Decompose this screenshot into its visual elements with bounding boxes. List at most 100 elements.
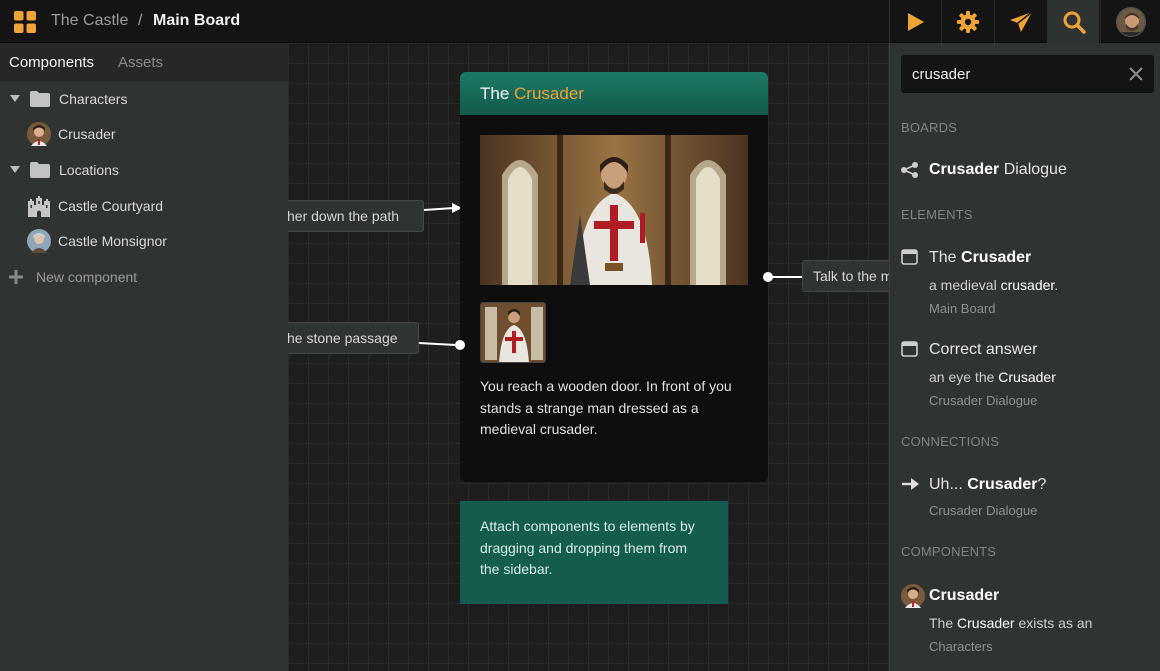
highlight-text: Crusader [961, 249, 1032, 266]
folder-icon [30, 91, 50, 107]
card-title-prefix: The [480, 84, 510, 103]
section-heading-elements: ELEMENTS [901, 207, 973, 222]
section-heading-connections: CONNECTIONS [901, 434, 1000, 449]
snippet-text: The [929, 615, 958, 631]
highlight-text: crusader [1000, 277, 1055, 293]
result-location: Crusader Dialogue [929, 393, 1038, 408]
sidebar-tabs: Components Assets [0, 43, 288, 81]
sidebar-item-crusader[interactable]: Crusader [0, 119, 288, 149]
result-location: Main Board [929, 301, 996, 316]
breadcrumb-board[interactable]: Main Board [153, 11, 240, 31]
components-sidebar: Components Assets Characters Crusader Lo… [0, 43, 288, 671]
section-heading-boards: BOARDS [901, 120, 958, 135]
card-body-text: You reach a wooden door. In front of you… [480, 378, 732, 437]
snippet-text: a medieval [929, 277, 1001, 293]
breadcrumb-project[interactable]: The Castle [51, 11, 128, 31]
element-card[interactable]: The Crusader You reach a wooden door. In… [460, 72, 768, 482]
result-title-text: The [929, 249, 962, 266]
element-icon [901, 249, 918, 265]
search-input[interactable] [901, 55, 1121, 93]
element-icon [901, 341, 918, 357]
board-canvas[interactable]: her down the path he stone passage Talk … [288, 43, 889, 671]
monsignor-avatar [27, 229, 51, 253]
settings-button[interactable] [941, 0, 993, 43]
card-header[interactable]: The Crusader [460, 72, 768, 115]
plus-icon [9, 270, 23, 284]
castle-icon [28, 196, 50, 217]
connection-handle[interactable] [763, 272, 773, 282]
caret-down-icon[interactable] [10, 166, 20, 173]
tab-components[interactable]: Components [9, 54, 94, 72]
card-title: The Crusader [480, 84, 584, 104]
new-component-button[interactable]: New component [0, 262, 288, 292]
result-snippet: a medieval crusader. [929, 276, 1058, 294]
search-result-connection[interactable]: Uh... Crusader? [929, 475, 1046, 495]
search-button[interactable] [1047, 0, 1099, 43]
connection-label-passage[interactable]: he stone passage [288, 322, 419, 354]
highlight-text: Crusader [929, 161, 1000, 178]
connection-line [418, 342, 456, 346]
sidebar-item-label: Castle Courtyard [58, 198, 164, 214]
publish-button[interactable] [994, 0, 1046, 43]
snippet-text: exists as an [1014, 615, 1093, 631]
sidebar-item-label: Characters [59, 91, 128, 107]
sidebar-item-locations[interactable]: Locations [0, 155, 288, 185]
sidebar-item-characters[interactable]: Characters [0, 84, 288, 114]
top-bar: The Castle / Main Board [0, 0, 1160, 43]
crusader-image [480, 135, 748, 285]
snippet-text: an eye the [929, 369, 999, 385]
result-title-text: Uh... [929, 476, 968, 493]
result-title-text: ? [1037, 476, 1047, 493]
connection-label-talk[interactable]: Talk to the m [802, 260, 889, 292]
play-button[interactable] [889, 0, 941, 43]
connection-label-text: Talk to the m [813, 268, 889, 284]
connection-handle[interactable] [455, 340, 465, 350]
search-result-component[interactable]: Crusader [929, 586, 999, 606]
crusader-avatar [901, 584, 925, 608]
play-icon [907, 12, 924, 31]
grid-menu-icon[interactable] [14, 11, 36, 33]
search-result-element[interactable]: Correct answer [929, 340, 1037, 360]
account-button[interactable] [1100, 0, 1160, 43]
connection-line [423, 207, 455, 211]
result-title-text: Correct answer [929, 341, 1038, 358]
search-result-element[interactable]: The Crusader [929, 248, 1031, 268]
arrow-right-icon [902, 478, 919, 490]
sidebar-item-label: Castle Monsignor [58, 233, 167, 249]
folder-icon [30, 162, 50, 178]
card-title-highlight: Crusader [514, 84, 584, 103]
snippet-text: . [1054, 277, 1059, 293]
highlight-text: Crusader [967, 476, 1038, 493]
result-snippet: The Crusader exists as an [929, 614, 1092, 632]
section-heading-components: COMPONENTS [901, 544, 997, 559]
attached-component-thumbnail[interactable] [480, 302, 546, 363]
highlight-text: Crusader [998, 369, 1056, 385]
result-location: Crusader Dialogue [929, 503, 1038, 518]
sidebar-item-castle-courtyard[interactable]: Castle Courtyard [0, 191, 288, 221]
sidebar-item-label: Locations [59, 162, 119, 178]
result-snippet: an eye the Crusader [929, 368, 1056, 386]
result-location: Characters [929, 639, 993, 654]
caret-down-icon[interactable] [10, 95, 20, 102]
highlight-text: Crusader [929, 587, 1000, 604]
new-component-label: New component [36, 269, 138, 285]
gear-icon [956, 10, 979, 33]
search-result-board[interactable]: Crusader Dialogue [929, 160, 1067, 180]
search-panel: BOARDS Crusader Dialogue ELEMENTS The Cr… [889, 43, 1160, 671]
close-icon[interactable] [1128, 66, 1144, 82]
user-avatar [1115, 6, 1146, 37]
result-title-text: Dialogue [999, 161, 1067, 178]
connection-label-text: her down the path [288, 208, 400, 224]
tab-assets[interactable]: Assets [118, 54, 163, 72]
sidebar-item-castle-monsignor[interactable]: Castle Monsignor [0, 226, 288, 256]
crusader-avatar [27, 122, 51, 146]
search-box [901, 55, 1154, 93]
search-icon [1063, 11, 1086, 34]
send-icon [1009, 10, 1032, 32]
hint-note: Attach components to elements by draggin… [460, 501, 728, 604]
connection-label-path[interactable]: her down the path [288, 200, 424, 232]
breadcrumb-separator: / [138, 12, 143, 29]
connection-label-text: he stone passage [288, 330, 398, 346]
sidebar-item-label: Crusader [58, 126, 116, 142]
highlight-text: Crusader [957, 615, 1015, 631]
